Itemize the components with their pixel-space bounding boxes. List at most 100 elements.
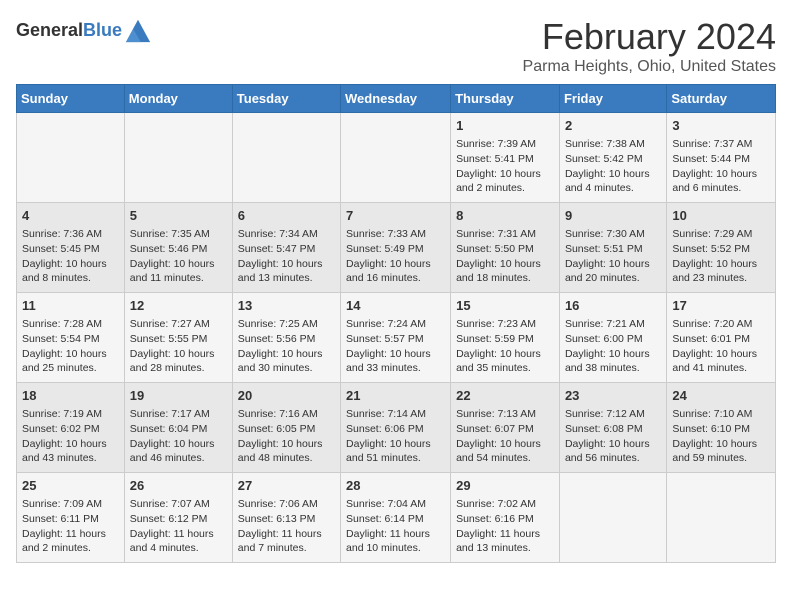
day-info: Sunrise: 7:33 AM — [346, 227, 445, 242]
logo-general: General — [16, 20, 83, 40]
calendar-cell — [667, 473, 776, 563]
day-info: Sunrise: 7:31 AM — [456, 227, 554, 242]
calendar-cell: 2Sunrise: 7:38 AMSunset: 5:42 PMDaylight… — [559, 113, 666, 203]
day-info: Sunrise: 7:27 AM — [130, 317, 227, 332]
day-info: Sunset: 5:49 PM — [346, 242, 445, 257]
day-info: Sunset: 5:51 PM — [565, 242, 661, 257]
day-info: Daylight: 10 hours and 59 minutes. — [672, 437, 770, 466]
day-number: 26 — [130, 477, 227, 495]
day-info: Sunset: 6:02 PM — [22, 422, 119, 437]
day-number: 9 — [565, 207, 661, 225]
calendar-cell — [232, 113, 340, 203]
calendar-cell — [341, 113, 451, 203]
calendar-cell: 22Sunrise: 7:13 AMSunset: 6:07 PMDayligh… — [451, 383, 560, 473]
day-info: Daylight: 10 hours and 35 minutes. — [456, 347, 554, 376]
calendar-cell: 15 Sunrise: 7:23 AMSunset: 5:59 PMDayligh… — [451, 293, 560, 383]
day-info: Daylight: 10 hours and 13 minutes. — [238, 257, 335, 286]
weekday-header-sunday: Sunday — [17, 85, 125, 113]
day-info: Sunset: 5:59 PM — [456, 332, 554, 347]
calendar-cell: 26Sunrise: 7:07 AMSunset: 6:12 PMDayligh… — [124, 473, 232, 563]
day-info: Daylight: 11 hours and 2 minutes. — [22, 527, 119, 556]
calendar-cell: 13Sunrise: 7:25 AMSunset: 5:56 PMDayligh… — [232, 293, 340, 383]
day-info: Sunrise: 7:34 AM — [238, 227, 335, 242]
day-info: Sunrise: 7:02 AM — [456, 497, 554, 512]
page-header: GeneralBlue February 2024 Parma Heights,… — [16, 16, 776, 76]
day-info: Sunset: 6:12 PM — [130, 512, 227, 527]
weekday-header-friday: Friday — [559, 85, 666, 113]
day-number: 29 — [456, 477, 554, 495]
title-section: February 2024 Parma Heights, Ohio, Unite… — [523, 16, 776, 76]
day-info: Daylight: 10 hours and 23 minutes. — [672, 257, 770, 286]
day-number: 4 — [22, 207, 119, 225]
day-number: 7 — [346, 207, 445, 225]
day-info: Daylight: 10 hours and 16 minutes. — [346, 257, 445, 286]
day-info: Sunset: 5:45 PM — [22, 242, 119, 257]
calendar-cell: 19Sunrise: 7:17 AMSunset: 6:04 PMDayligh… — [124, 383, 232, 473]
day-info: Sunset: 5:56 PM — [238, 332, 335, 347]
day-number: 25 — [22, 477, 119, 495]
day-number: 18 — [22, 387, 119, 405]
day-info: Daylight: 10 hours and 43 minutes. — [22, 437, 119, 466]
weekday-header-tuesday: Tuesday — [232, 85, 340, 113]
calendar-cell: 5Sunrise: 7:35 AMSunset: 5:46 PMDaylight… — [124, 203, 232, 293]
calendar-title: February 2024 — [523, 16, 776, 58]
day-number: 21 — [346, 387, 445, 405]
calendar-cell: 10Sunrise: 7:29 AMSunset: 5:52 PMDayligh… — [667, 203, 776, 293]
day-number: 8 — [456, 207, 554, 225]
day-info: Daylight: 10 hours and 54 minutes. — [456, 437, 554, 466]
day-info: Sunrise: 7:30 AM — [565, 227, 661, 242]
day-info: Sunrise: 7:36 AM — [22, 227, 119, 242]
calendar-cell: 14Sunrise: 7:24 AMSunset: 5:57 PMDayligh… — [341, 293, 451, 383]
calendar-cell: 7 Sunrise: 7:33 AMSunset: 5:49 PMDaylight… — [341, 203, 451, 293]
day-info: Daylight: 10 hours and 48 minutes. — [238, 437, 335, 466]
weekday-header-row: SundayMondayTuesdayWednesdayThursdayFrid… — [17, 85, 776, 113]
day-info: Sunset: 5:55 PM — [130, 332, 227, 347]
calendar-subtitle: Parma Heights, Ohio, United States — [523, 58, 776, 76]
day-info: Sunset: 5:44 PM — [672, 152, 770, 167]
day-info: Daylight: 11 hours and 13 minutes. — [456, 527, 554, 556]
day-info: Sunset: 5:47 PM — [238, 242, 335, 257]
day-info: Sunrise: 7:12 AM — [565, 407, 661, 422]
day-number: 28 — [346, 477, 445, 495]
calendar-cell — [17, 113, 125, 203]
day-info: Sunset: 5:54 PM — [22, 332, 119, 347]
day-info: Sunset: 6:14 PM — [346, 512, 445, 527]
week-row-4: 18Sunrise: 7:19 AMSunset: 6:02 PMDayligh… — [17, 383, 776, 473]
logo-icon — [124, 16, 152, 44]
day-number: 23 — [565, 387, 661, 405]
calendar-cell: 23Sunrise: 7:12 AMSunset: 6:08 PMDayligh… — [559, 383, 666, 473]
day-info: Daylight: 10 hours and 38 minutes. — [565, 347, 661, 376]
day-info: Sunset: 6:05 PM — [238, 422, 335, 437]
calendar-cell: 9Sunrise: 7:30 AMSunset: 5:51 PMDaylight… — [559, 203, 666, 293]
day-number: 22 — [456, 387, 554, 405]
day-info: Sunset: 6:07 PM — [456, 422, 554, 437]
calendar-table: SundayMondayTuesdayWednesdayThursdayFrid… — [16, 84, 776, 563]
calendar-cell — [559, 473, 666, 563]
day-info: Sunset: 6:10 PM — [672, 422, 770, 437]
day-info: Sunrise: 7:29 AM — [672, 227, 770, 242]
day-number: 13 — [238, 297, 335, 315]
day-info: Sunrise: 7:09 AM — [22, 497, 119, 512]
day-number: 15 — [456, 297, 554, 315]
weekday-header-saturday: Saturday — [667, 85, 776, 113]
week-row-3: 11Sunrise: 7:28 AMSunset: 5:54 PMDayligh… — [17, 293, 776, 383]
calendar-cell: 18 Sunrise: 7:19 AMSunset: 6:02 PMDayligh… — [17, 383, 125, 473]
day-number: 12 — [130, 297, 227, 315]
calendar-cell: 24Sunrise: 7:10 AMSunset: 6:10 PMDayligh… — [667, 383, 776, 473]
day-info: Sunrise: 7:07 AM — [130, 497, 227, 512]
day-info: Sunrise: 7:19 AM — [22, 407, 119, 422]
day-number: 19 — [130, 387, 227, 405]
calendar-cell: 28Sunrise: 7:04 AMSunset: 6:14 PMDayligh… — [341, 473, 451, 563]
day-info: Daylight: 10 hours and 11 minutes. — [130, 257, 227, 286]
day-info: Sunset: 5:41 PM — [456, 152, 554, 167]
day-info: Sunrise: 7:21 AM — [565, 317, 661, 332]
day-info: Sunset: 6:04 PM — [130, 422, 227, 437]
calendar-cell: 1Sunrise: 7:39 AMSunset: 5:41 PMDaylight… — [451, 113, 560, 203]
day-info: Sunrise: 7:23 AM — [456, 317, 554, 332]
day-info: Daylight: 10 hours and 18 minutes. — [456, 257, 554, 286]
day-info: Sunset: 5:46 PM — [130, 242, 227, 257]
day-info: Sunrise: 7:25 AM — [238, 317, 335, 332]
calendar-cell — [124, 113, 232, 203]
day-info: Sunrise: 7:10 AM — [672, 407, 770, 422]
day-info: Sunset: 6:06 PM — [346, 422, 445, 437]
